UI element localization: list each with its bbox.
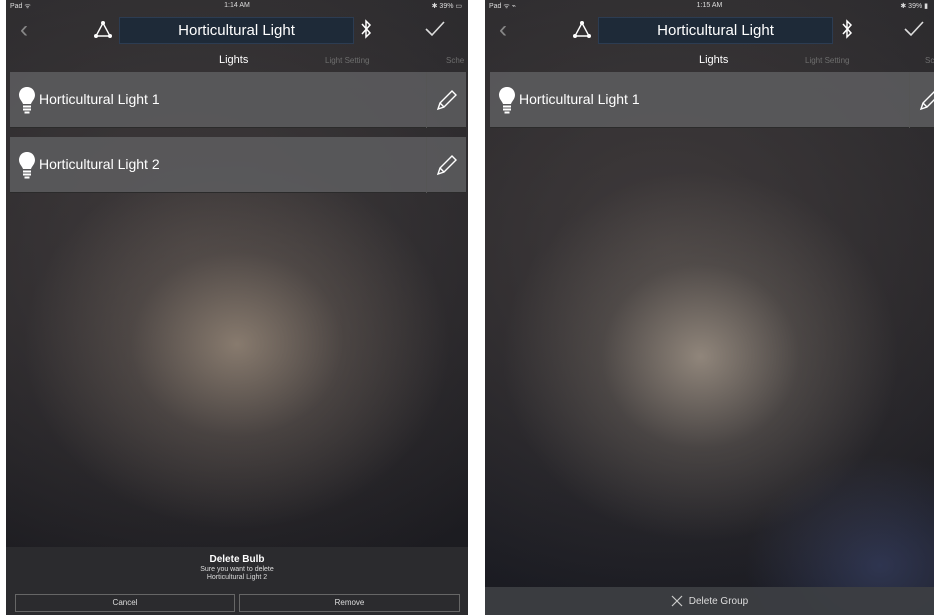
close-icon bbox=[671, 595, 683, 607]
bulb-icon bbox=[19, 87, 35, 114]
tab-light-setting[interactable]: Light Setting bbox=[325, 56, 369, 65]
status-time: 1:14 AM bbox=[224, 2, 250, 9]
tab-bar: Lights Light Setting Sche bbox=[6, 52, 468, 68]
tab-lights[interactable]: Lights bbox=[219, 54, 248, 66]
back-button[interactable]: ‹ bbox=[20, 16, 28, 44]
tab-schedule[interactable]: Sche bbox=[446, 56, 464, 65]
light-name: Horticultural Light 1 bbox=[39, 91, 160, 107]
light-name: Horticultural Light 1 bbox=[519, 91, 640, 107]
tab-bar: Lights Light Setting Sc bbox=[485, 52, 934, 68]
bulb-icon bbox=[499, 87, 515, 114]
screenshot-group-list: Pad ᯤ ⌁ 1:15 AM ✱ 39% ▮ ‹ Horticultural … bbox=[485, 0, 934, 615]
checkmark-icon[interactable] bbox=[424, 20, 446, 38]
bluetooth-icon[interactable] bbox=[840, 18, 854, 40]
pencil-icon bbox=[919, 90, 934, 111]
list-item[interactable]: Horticultural Light 1 bbox=[10, 72, 466, 128]
edit-button[interactable] bbox=[909, 72, 934, 128]
bulb-icon bbox=[19, 152, 35, 179]
checkmark-icon[interactable] bbox=[903, 20, 925, 38]
battery-indicator: ✱ 39% ▮ bbox=[900, 3, 928, 10]
remove-button[interactable]: Remove bbox=[239, 594, 460, 612]
status-time: 1:15 AM bbox=[696, 2, 723, 9]
bluetooth-icon[interactable] bbox=[359, 18, 373, 40]
battery-indicator: ✱ 39% ▭ bbox=[431, 3, 462, 10]
cancel-button[interactable]: Cancel bbox=[15, 594, 235, 612]
status-bar: Pad ᯤ ⌁ 1:15 AM ✱ 39% ▮ bbox=[485, 0, 934, 12]
delete-group-button[interactable]: Delete Group bbox=[485, 587, 934, 615]
tab-light-setting[interactable]: Light Setting bbox=[805, 56, 849, 65]
tab-lights[interactable]: Lights bbox=[699, 54, 728, 66]
pencil-icon bbox=[436, 155, 457, 176]
group-triangle-icon[interactable] bbox=[572, 20, 592, 40]
delete-group-label: Delete Group bbox=[688, 595, 749, 607]
dialog-title: Delete Bulb bbox=[209, 554, 265, 565]
dialog-message: Sure you want to delete Horticultural Li… bbox=[6, 566, 468, 582]
status-bar: Pad ᯤ 1:14 AM ✱ 39% ▭ bbox=[6, 0, 468, 12]
nav-bar: ‹ Horticultural Light bbox=[485, 12, 934, 48]
back-button[interactable]: ‹ bbox=[499, 16, 507, 44]
group-name-field[interactable]: Horticultural Light bbox=[119, 17, 354, 44]
group-name-field[interactable]: Horticultural Light bbox=[598, 17, 833, 44]
delete-bulb-dialog: Delete Bulb Sure you want to delete Hort… bbox=[6, 547, 468, 615]
light-name: Horticultural Light 2 bbox=[39, 156, 160, 172]
edit-button[interactable] bbox=[426, 137, 466, 193]
dialog-message-line: Horticultural Light 2 bbox=[206, 574, 268, 581]
list-item[interactable]: Horticultural Light 1 bbox=[490, 72, 934, 128]
nav-bar: ‹ Horticultural Light bbox=[6, 12, 468, 48]
edit-button[interactable] bbox=[426, 72, 466, 128]
dialog-message-line: Sure you want to delete bbox=[200, 566, 274, 573]
list-item[interactable]: Horticultural Light 2 bbox=[10, 137, 466, 193]
screenshot-delete-bulb: Pad ᯤ 1:14 AM ✱ 39% ▭ ‹ Horticultural Li… bbox=[6, 0, 468, 615]
group-triangle-icon[interactable] bbox=[93, 20, 113, 40]
pencil-icon bbox=[436, 90, 457, 111]
tab-schedule[interactable]: Sc bbox=[925, 56, 934, 65]
